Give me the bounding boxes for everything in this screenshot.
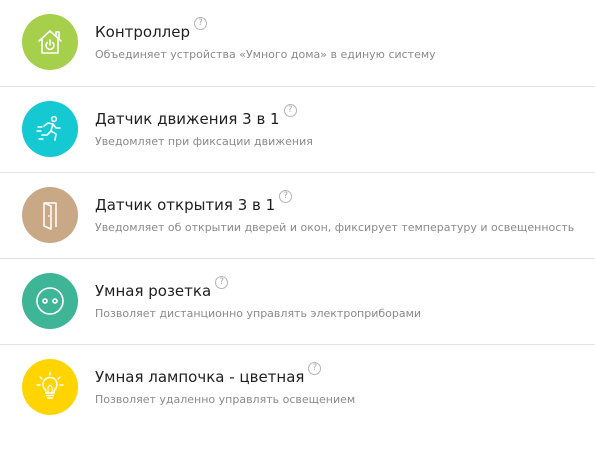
list-item-open-sensor[interactable]: Датчик открытия 3 в 1 ? Уведомляет об от… bbox=[0, 173, 595, 259]
item-title[interactable]: Контроллер bbox=[95, 23, 190, 41]
open-door-icon bbox=[43, 202, 57, 230]
title-row: Контроллер ? bbox=[95, 17, 207, 41]
power-socket-icon bbox=[36, 287, 64, 315]
item-description: Уведомляет при фиксации движения bbox=[95, 135, 313, 148]
item-description: Позволяет удаленно управлять освещением bbox=[95, 393, 356, 406]
title-row: Умная лампочка - цветная ? bbox=[95, 362, 322, 386]
open-sensor-icon-circle bbox=[22, 187, 78, 243]
running-man-icon bbox=[36, 115, 61, 141]
smart-home-power-icon bbox=[38, 30, 62, 54]
help-icon[interactable]: ? bbox=[194, 17, 207, 30]
item-title[interactable]: Датчик движения 3 в 1 bbox=[95, 110, 280, 128]
smart-bulb-icon-circle bbox=[22, 359, 78, 415]
list-item-controller[interactable]: Контроллер ? Объединяет устройства «Умно… bbox=[0, 0, 595, 86]
item-title[interactable]: Умная лампочка - цветная bbox=[95, 368, 304, 386]
light-bulb-icon bbox=[36, 371, 64, 399]
title-row: Умная розетка ? bbox=[95, 276, 229, 300]
list-item-smart-bulb[interactable]: Умная лампочка - цветная ? Позволяет уда… bbox=[0, 345, 595, 431]
list-item-smart-socket[interactable]: Умная розетка ? Позволяет дистанционно у… bbox=[0, 259, 595, 345]
item-title[interactable]: Датчик открытия 3 в 1 bbox=[95, 196, 275, 214]
list-item-motion-sensor[interactable]: Датчик движения 3 в 1 ? Уведомляет при ф… bbox=[0, 87, 595, 173]
help-icon[interactable]: ? bbox=[308, 362, 322, 375]
item-description: Уведомляет об открытии дверей и окон, фи… bbox=[95, 221, 575, 234]
title-row: Датчик открытия 3 в 1 ? bbox=[95, 190, 293, 214]
help-icon[interactable]: ? bbox=[283, 104, 297, 117]
item-description: Объединяет устройства «Умного дома» в ед… bbox=[95, 48, 436, 61]
title-row: Датчик движения 3 в 1 ? bbox=[95, 104, 297, 128]
item-description: Позволяет дистанционно управлять электро… bbox=[95, 307, 422, 320]
controller-icon-circle bbox=[22, 14, 78, 70]
smart-socket-icon-circle bbox=[22, 273, 78, 329]
help-icon[interactable]: ? bbox=[215, 276, 229, 289]
item-title[interactable]: Умная розетка bbox=[95, 282, 211, 300]
help-icon[interactable]: ? bbox=[279, 190, 293, 203]
motion-sensor-icon-circle bbox=[22, 101, 78, 157]
